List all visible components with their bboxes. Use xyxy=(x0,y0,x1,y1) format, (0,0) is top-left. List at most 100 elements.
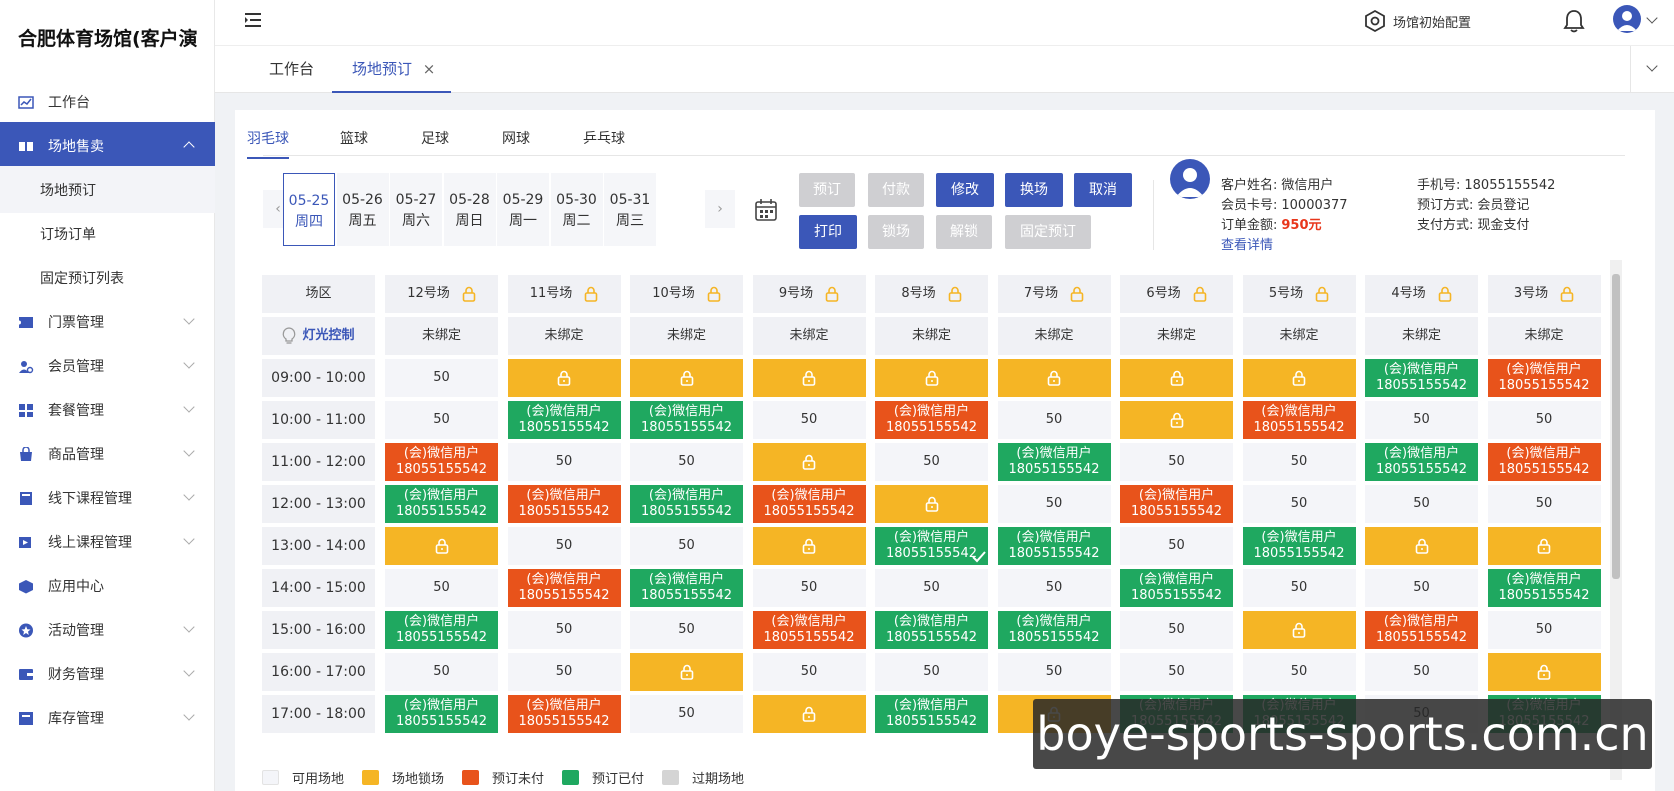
slot-booked-paid[interactable]: (会)微信用户18055155542 xyxy=(1120,569,1233,607)
slot-booked-unpaid[interactable]: (会)微信用户 18055155542 xyxy=(1120,485,1233,523)
sidebar-item-5[interactable]: 门票管理 xyxy=(0,298,215,345)
cancel-button[interactable]: 取消 xyxy=(1074,173,1132,207)
slot-available[interactable]: 50 xyxy=(1120,527,1233,565)
slot-booked-paid[interactable]: (会)微信用户18055155542 xyxy=(385,695,498,733)
sport-tab-1[interactable]: 篮球 xyxy=(340,128,368,157)
sidebar-item-10[interactable]: 线上课程管理 xyxy=(0,518,215,565)
slot-locked[interactable] xyxy=(507,359,621,397)
slot-available[interactable]: 50 xyxy=(385,653,498,691)
sidebar-item-11[interactable]: 应用中心 xyxy=(0,562,215,609)
sidebar-item-7[interactable]: 套餐管理 xyxy=(0,386,215,433)
slot-available[interactable]: 50 xyxy=(875,443,988,481)
sidebar-item-4[interactable]: 固定预订列表 xyxy=(0,254,215,301)
court-header[interactable]: 10号场 xyxy=(630,275,743,313)
sidebar-item-13[interactable]: 财务管理 xyxy=(0,650,215,697)
slot-available[interactable]: 50 xyxy=(630,443,743,481)
slot-available[interactable]: 50 xyxy=(997,653,1111,691)
slot-available[interactable]: 50 xyxy=(1242,443,1356,481)
sidebar-item-8[interactable]: 商品管理 xyxy=(0,430,215,477)
slot-available[interactable]: 50 xyxy=(1242,485,1356,523)
calendar-icon[interactable] xyxy=(754,198,778,222)
pay-button[interactable]: 付款 xyxy=(868,173,924,207)
slot-booked-unpaid[interactable]: (会)微信用户 18055155542 xyxy=(1365,611,1478,649)
sidebar-item-3[interactable]: 订场订单 xyxy=(0,210,215,257)
slot-available[interactable]: 50 xyxy=(997,401,1111,439)
slot-locked[interactable] xyxy=(752,695,866,733)
book-button[interactable]: 预订 xyxy=(799,173,855,207)
modify-button[interactable]: 修改 xyxy=(936,173,994,207)
slot-locked[interactable] xyxy=(630,653,743,691)
view-details-link[interactable]: 查看详情 xyxy=(1221,234,1273,253)
sidebar-item-9[interactable]: 线下课程管理 xyxy=(0,474,215,521)
slot-available[interactable]: 50 xyxy=(385,401,498,439)
slot-booked-paid[interactable]: (会)微信用户18055155542 xyxy=(507,401,621,439)
slot-locked[interactable] xyxy=(1242,611,1356,649)
lock-icon[interactable] xyxy=(1560,286,1574,302)
slot-booked-paid[interactable]: (会)微信用户18055155542 xyxy=(997,443,1111,481)
slot-booked-paid[interactable]: (会)微信用户18055155542 xyxy=(1242,527,1356,565)
slot-available[interactable]: 50 xyxy=(507,653,621,691)
lock-icon[interactable] xyxy=(584,286,598,302)
slot-available[interactable]: 50 xyxy=(875,569,988,607)
slot-available[interactable]: 50 xyxy=(1120,443,1233,481)
venue-config-button[interactable]: 场馆初始配置 xyxy=(1363,9,1471,33)
slot-locked[interactable] xyxy=(875,359,988,397)
slot-locked[interactable] xyxy=(1242,359,1356,397)
slot-available[interactable]: 50 xyxy=(385,359,498,397)
date-option[interactable]: 05-28 周日 xyxy=(443,173,496,246)
slot-booked-paid[interactable]: (会)微信用户18055155542 xyxy=(630,401,743,439)
lock-icon[interactable] xyxy=(1438,286,1452,302)
slot-locked[interactable] xyxy=(1120,359,1233,397)
slot-booked-paid[interactable]: (会)微信用户18055155542 xyxy=(385,611,498,649)
slot-booked-paid[interactable]: (会)微信用户18055155542 xyxy=(997,611,1111,649)
slot-available[interactable]: 50 xyxy=(630,611,743,649)
date-option[interactable]: 05-31 周三 xyxy=(604,173,656,246)
slot-locked[interactable] xyxy=(1487,653,1601,691)
court-header[interactable]: 5号场 xyxy=(1242,275,1356,313)
tabs-dropdown-button[interactable] xyxy=(1630,46,1674,93)
slot-available[interactable]: 50 xyxy=(630,695,743,733)
slot-available[interactable]: 50 xyxy=(1365,401,1478,439)
slot-booked-unpaid[interactable]: (会)微信用户 18055155542 xyxy=(875,401,988,439)
next-date-button[interactable]: › xyxy=(705,190,735,228)
slot-booked-unpaid[interactable]: (会)微信用户 18055155542 xyxy=(507,695,621,733)
slot-booked-unpaid[interactable]: (会)微信用户 18055155542 xyxy=(1487,443,1601,481)
lock-court-button[interactable]: 锁场 xyxy=(868,215,924,249)
slot-booked-paid[interactable]: (会)微信用户18055155542 xyxy=(630,485,743,523)
sidebar-item-12[interactable]: 活动管理 xyxy=(0,606,215,653)
court-header[interactable]: 3号场 xyxy=(1487,275,1601,313)
date-option[interactable]: 05-26 周五 xyxy=(336,173,389,246)
court-header[interactable]: 6号场 xyxy=(1120,275,1233,313)
court-header[interactable]: 11号场 xyxy=(507,275,621,313)
slot-available[interactable]: 50 xyxy=(752,569,866,607)
slot-booked-paid[interactable]: (会)微信用户18055155542 xyxy=(1487,569,1601,607)
slot-available[interactable]: 50 xyxy=(1120,653,1233,691)
sport-tab-2[interactable]: 足球 xyxy=(421,128,449,157)
slot-booked-paid[interactable]: (会)微信用户18055155542 xyxy=(875,527,988,565)
slot-available[interactable]: 50 xyxy=(507,443,621,481)
slot-available[interactable]: 50 xyxy=(1120,611,1233,649)
slot-booked-unpaid[interactable]: (会)微信用户 18055155542 xyxy=(385,443,498,481)
date-option[interactable]: 05-27 周六 xyxy=(390,173,442,246)
light-control-button[interactable]: 灯光控制 xyxy=(262,317,375,355)
slot-booked-unpaid[interactable]: (会)微信用户 18055155542 xyxy=(1242,401,1356,439)
slot-available[interactable]: 50 xyxy=(507,611,621,649)
date-option[interactable]: 05-25 周四 xyxy=(283,173,335,246)
avatar[interactable] xyxy=(1613,5,1641,33)
slot-booked-paid[interactable]: (会)微信用户18055155542 xyxy=(630,569,743,607)
slot-locked[interactable] xyxy=(752,443,866,481)
sidebar-item-0[interactable]: 工作台 xyxy=(0,78,215,125)
sidebar-item-14[interactable]: 库存管理 xyxy=(0,694,215,741)
print-button[interactable]: 打印 xyxy=(799,215,857,249)
slot-locked[interactable] xyxy=(875,485,988,523)
slot-locked[interactable] xyxy=(385,527,498,565)
bell-icon[interactable] xyxy=(1563,8,1585,34)
slot-locked[interactable] xyxy=(1120,401,1233,439)
slot-booked-paid[interactable]: (会)微信用户18055155542 xyxy=(385,485,498,523)
slot-locked[interactable] xyxy=(1365,527,1478,565)
sidebar-item-6[interactable]: 会员管理 xyxy=(0,342,215,389)
slot-available[interactable]: 50 xyxy=(1242,569,1356,607)
fixed-booking-button[interactable]: 固定预订 xyxy=(1005,215,1091,249)
slot-available[interactable]: 50 xyxy=(997,569,1111,607)
slot-booked-unpaid[interactable]: (会)微信用户 18055155542 xyxy=(507,569,621,607)
